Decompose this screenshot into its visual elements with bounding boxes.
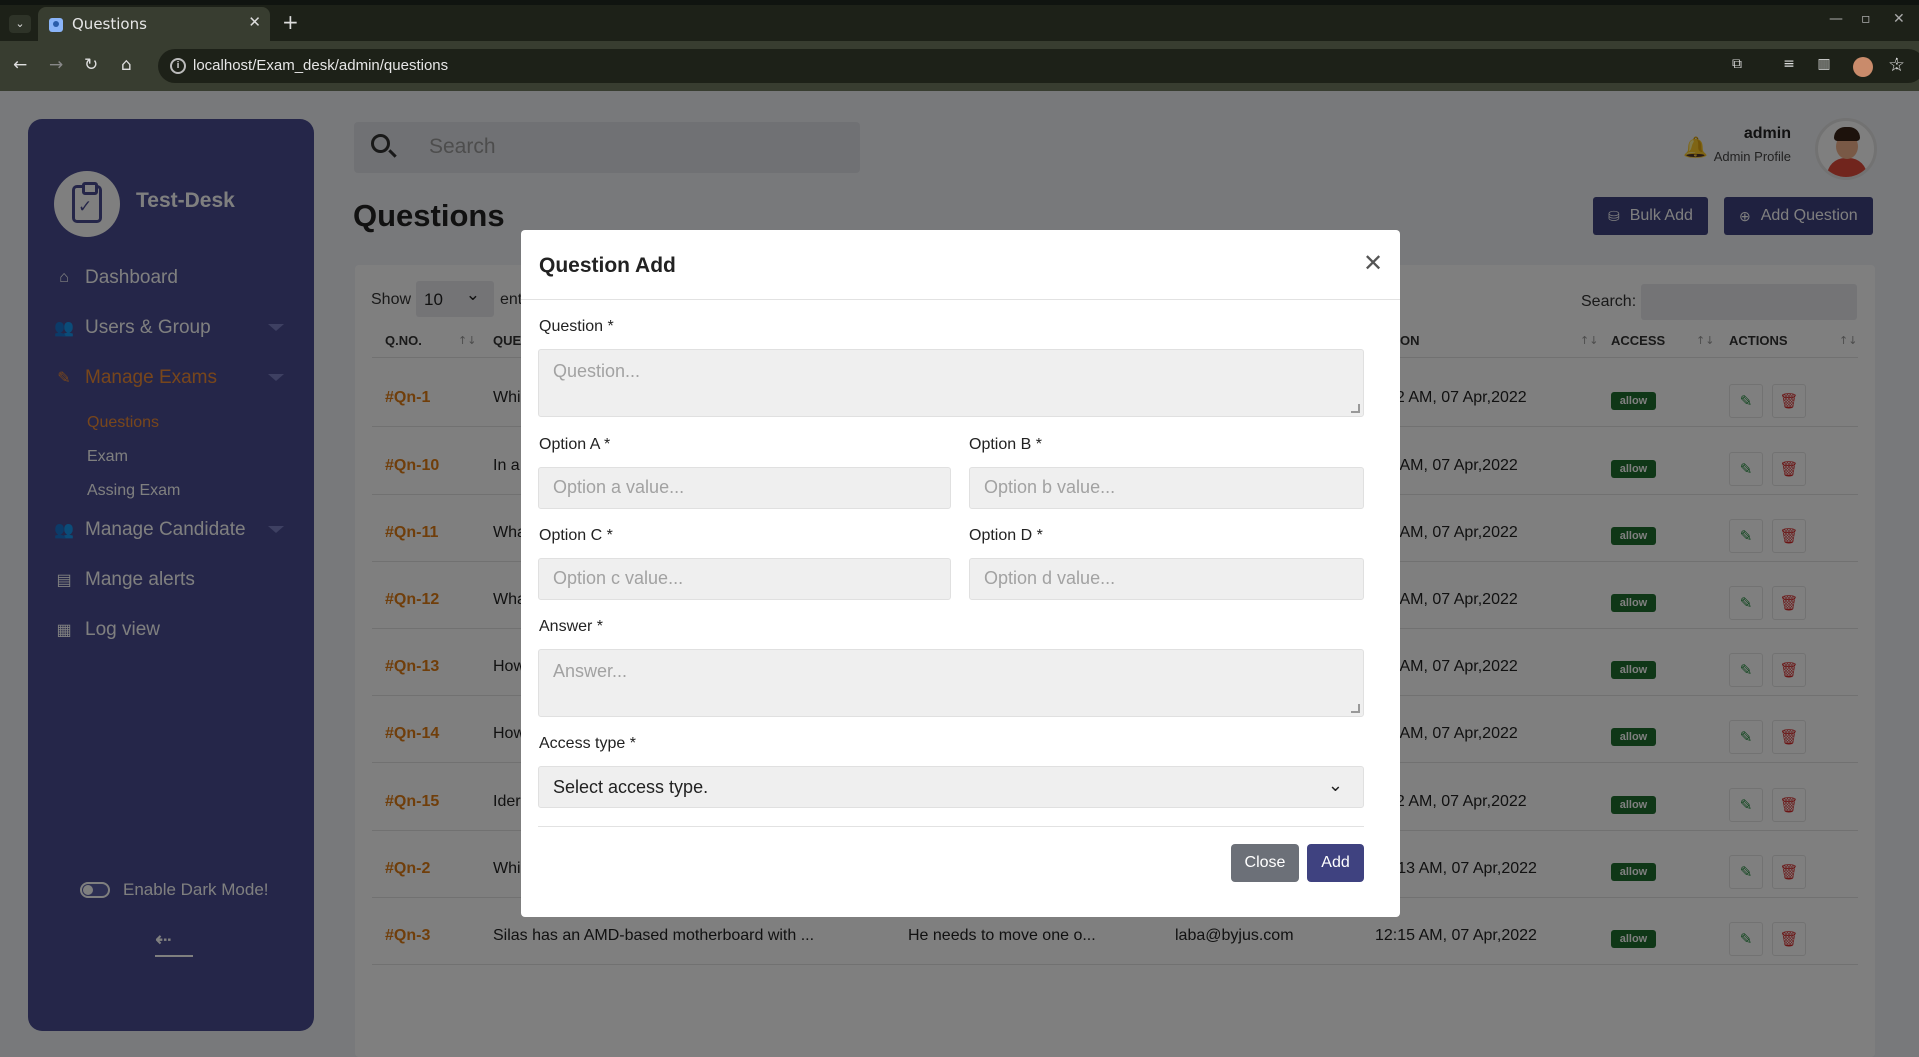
access-type-value: Select access type. bbox=[553, 777, 709, 797]
reload-icon[interactable]: ↻ bbox=[84, 55, 98, 75]
tab-title: Questions bbox=[72, 15, 147, 33]
modal-footer-divider bbox=[538, 826, 1364, 827]
question-label: Question * bbox=[539, 318, 614, 335]
address-bar[interactable]: i localhost/Exam_desk/admin/questions ☆ bbox=[158, 49, 1919, 83]
tab-favicon-icon bbox=[49, 18, 63, 32]
option-d-label: Option D * bbox=[969, 527, 1043, 544]
restore-icon[interactable]: ▫ bbox=[1861, 11, 1871, 27]
option-d-placeholder: Option d value... bbox=[984, 568, 1116, 588]
modal-header-divider bbox=[521, 299, 1400, 300]
close-icon[interactable]: ✕ bbox=[1363, 249, 1383, 277]
extensions-icon[interactable]: ⧉ bbox=[1728, 56, 1746, 74]
new-tab-icon[interactable]: + bbox=[282, 10, 299, 34]
browser-tab[interactable]: Questions ✕ bbox=[38, 7, 270, 41]
tab-close-icon[interactable]: ✕ bbox=[248, 13, 261, 31]
modal-title: Question Add bbox=[539, 254, 676, 277]
tab-search-icon[interactable]: ⌄ bbox=[9, 15, 31, 33]
back-icon[interactable]: ← bbox=[13, 55, 27, 75]
minimize-icon[interactable]: — bbox=[1829, 11, 1843, 27]
option-a-placeholder: Option a value... bbox=[553, 477, 685, 497]
option-b-placeholder: Option b value... bbox=[984, 477, 1116, 497]
option-d-field[interactable]: Option d value... bbox=[969, 558, 1364, 600]
side-panel-icon[interactable]: ▥ bbox=[1815, 56, 1833, 74]
access-type-select[interactable]: Select access type. ⌄ bbox=[538, 766, 1364, 808]
answer-field[interactable]: Answer... bbox=[538, 649, 1364, 717]
home-icon[interactable]: ⌂ bbox=[121, 55, 132, 75]
profile-avatar[interactable] bbox=[1853, 57, 1873, 77]
answer-placeholder: Answer... bbox=[553, 661, 628, 681]
option-c-label: Option C * bbox=[539, 527, 613, 544]
chevron-down-icon: ⌄ bbox=[1327, 775, 1343, 795]
add-button[interactable]: Add bbox=[1307, 844, 1364, 882]
window-close-icon[interactable]: ✕ bbox=[1893, 11, 1905, 27]
browser-tab-strip: ⌄ Questions ✕ + — ▫ ✕ bbox=[0, 0, 1919, 41]
option-c-placeholder: Option c value... bbox=[553, 568, 684, 588]
question-add-modal: Question Add ✕ Question * Question... Op… bbox=[521, 230, 1400, 917]
site-info-icon[interactable]: i bbox=[170, 58, 186, 74]
access-type-label: Access type * bbox=[539, 735, 636, 752]
question-placeholder: Question... bbox=[553, 361, 641, 381]
option-b-field[interactable]: Option b value... bbox=[969, 467, 1364, 509]
answer-label: Answer * bbox=[539, 618, 604, 635]
option-a-field[interactable]: Option a value... bbox=[538, 467, 951, 509]
option-c-field[interactable]: Option c value... bbox=[538, 558, 951, 600]
option-b-label: Option B * bbox=[969, 436, 1042, 453]
option-a-label: Option A * bbox=[539, 436, 611, 453]
forward-icon[interactable]: → bbox=[49, 55, 63, 75]
question-field[interactable]: Question... bbox=[538, 349, 1364, 417]
browser-menu-icon[interactable]: ⋮ bbox=[1888, 56, 1906, 74]
close-button[interactable]: Close bbox=[1231, 844, 1299, 882]
url-text: localhost/Exam_desk/admin/questions bbox=[193, 57, 449, 74]
media-icon[interactable]: ≡ bbox=[1780, 56, 1798, 74]
browser-toolbar: ← → ↻ ⌂ i localhost/Exam_desk/admin/ques… bbox=[0, 41, 1919, 91]
